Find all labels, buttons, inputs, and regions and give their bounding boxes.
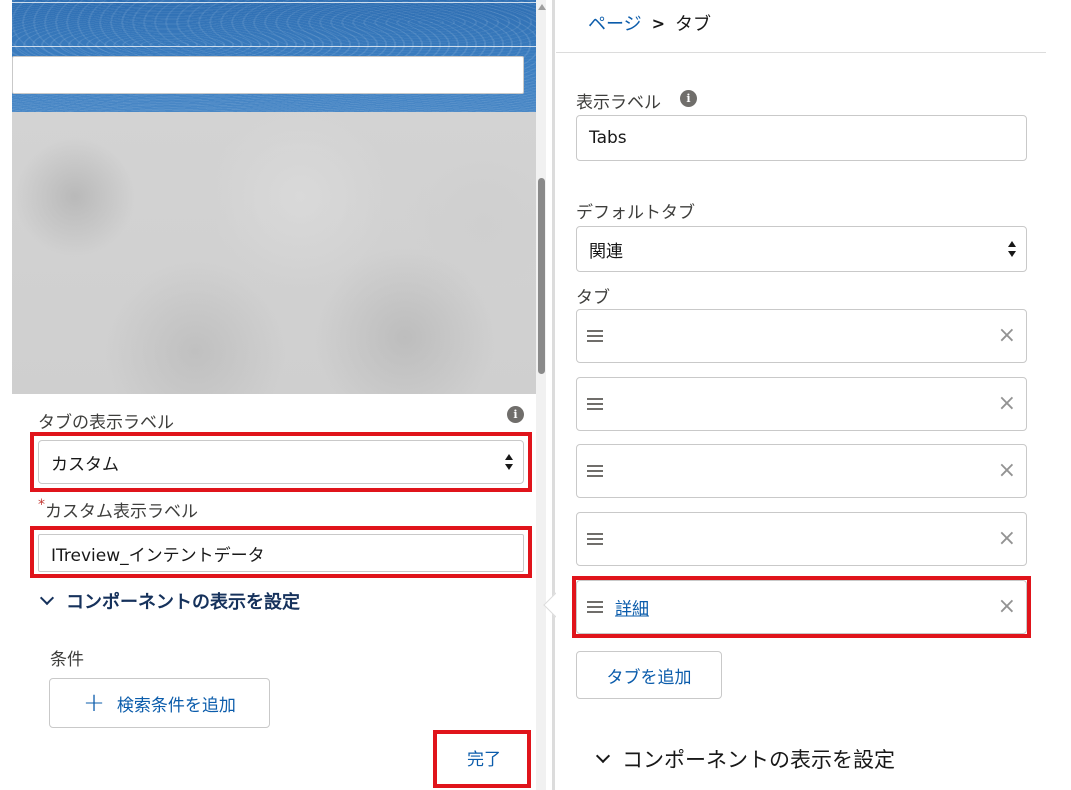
scroll-up-arrow-icon[interactable] — [538, 4, 546, 10]
add-filter-button[interactable]: + 検索条件を追加 — [49, 678, 270, 728]
tab-row[interactable]: × — [576, 512, 1027, 566]
display-label-input[interactable]: Tabs — [576, 115, 1027, 161]
conditions-label: 条件 — [50, 650, 84, 670]
tab-row[interactable]: × — [576, 377, 1027, 431]
chevron-down-icon — [595, 748, 611, 764]
add-tab-button[interactable]: タブを追加 — [576, 651, 722, 699]
custom-label-field-label: *カスタム表示ラベル — [38, 497, 198, 522]
default-tab-select[interactable]: 関連 — [576, 226, 1027, 272]
tab-row-label[interactable]: 詳細 — [615, 595, 649, 620]
add-filter-label: 検索条件を追加 — [116, 695, 236, 716]
blurred-preview — [12, 112, 536, 394]
info-icon[interactable]: i — [680, 90, 697, 107]
tab-label-field-label: タブの表示ラベル — [38, 413, 174, 433]
header-divider — [556, 52, 1046, 53]
visibility-section-title: コンポーネントの表示を設定 — [66, 592, 300, 613]
properties-panel: ページ > タブ 表示ラベル i Tabs デフォルトタブ 関連 タブ × × — [556, 0, 1071, 790]
banner-divider — [12, 46, 536, 47]
component-preview-panel: タブの表示ラベル i カスタム *カスタム表示ラベル ITreview_インテン… — [12, 0, 542, 790]
drag-handle-icon[interactable] — [587, 398, 603, 410]
default-tab-select-value: 関連 — [589, 241, 623, 262]
banner-divider — [12, 2, 536, 3]
plus-icon: + — [83, 688, 105, 718]
scrollbar[interactable] — [536, 0, 546, 790]
breadcrumb-parent[interactable]: ページ — [588, 10, 642, 36]
drag-handle-icon[interactable] — [587, 601, 603, 613]
breadcrumb-separator: > — [651, 13, 666, 33]
close-icon[interactable]: × — [998, 528, 1016, 550]
drag-handle-icon[interactable] — [587, 465, 603, 477]
drag-handle-icon[interactable] — [587, 533, 603, 545]
select-arrows-icon — [505, 454, 513, 470]
breadcrumb: ページ > タブ — [588, 10, 711, 36]
scroll-thumb[interactable] — [538, 178, 545, 374]
done-label: 完了 — [467, 749, 501, 770]
tab-label-select[interactable]: カスタム — [38, 440, 524, 484]
tab-row[interactable]: × — [576, 444, 1027, 498]
custom-label-input[interactable]: ITreview_インテントデータ — [38, 534, 524, 572]
info-icon[interactable]: i — [507, 406, 524, 423]
display-label-field-label: 表示ラベル — [576, 93, 661, 113]
default-tab-field-label: デフォルトタブ — [576, 203, 695, 223]
tab-row[interactable]: × — [576, 309, 1027, 363]
add-tab-label: タブを追加 — [606, 667, 692, 688]
custom-label-input-value: ITreview_インテントデータ — [51, 545, 265, 566]
tab-row[interactable]: 詳細 × — [576, 580, 1027, 634]
custom-label-text: カスタム表示ラベル — [45, 502, 198, 522]
visibility-section-title: コンポーネントの表示を設定 — [622, 748, 895, 772]
visibility-section-toggle[interactable]: コンポーネントの表示を設定 — [39, 588, 300, 614]
done-button[interactable]: 完了 — [442, 738, 526, 776]
tabs-field-label: タブ — [576, 288, 610, 308]
drag-handle-icon[interactable] — [587, 330, 603, 342]
close-icon[interactable]: × — [998, 460, 1016, 482]
close-icon[interactable]: × — [998, 325, 1016, 347]
close-icon[interactable]: × — [998, 596, 1016, 618]
select-arrows-icon — [1008, 241, 1016, 257]
panel-divider — [552, 0, 555, 790]
breadcrumb-current: タブ — [675, 14, 712, 35]
visibility-section-toggle[interactable]: コンポーネントの表示を設定 — [595, 744, 895, 774]
close-icon[interactable]: × — [998, 393, 1016, 415]
tab-label-select-value: カスタム — [51, 454, 119, 475]
banner-input-box — [12, 56, 524, 94]
banner-image — [12, 0, 536, 112]
page: タブの表示ラベル i カスタム *カスタム表示ラベル ITreview_インテン… — [0, 0, 1071, 790]
chevron-down-icon — [39, 590, 55, 606]
display-label-input-value: Tabs — [589, 128, 627, 148]
required-mark: * — [38, 497, 45, 513]
